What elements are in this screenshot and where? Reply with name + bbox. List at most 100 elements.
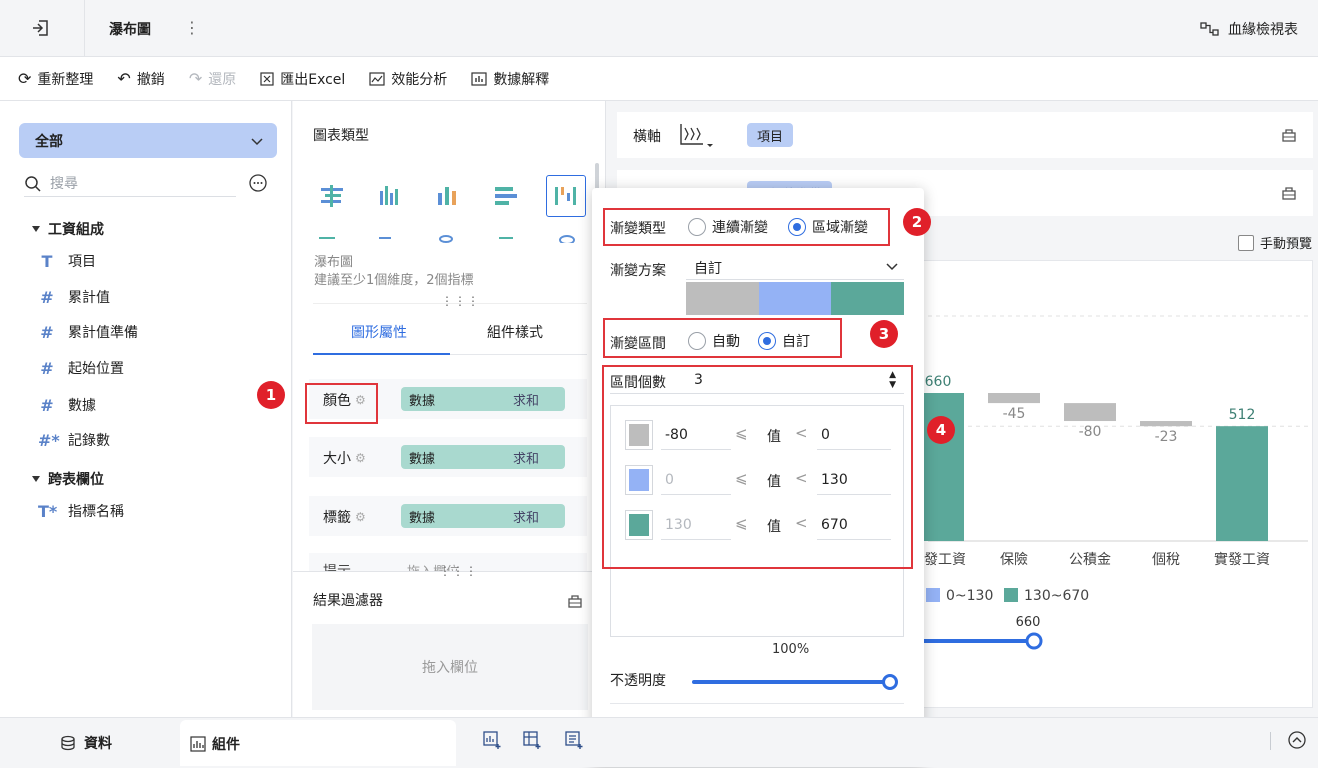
gear-icon[interactable]: ⚙ xyxy=(355,510,366,524)
gear-icon[interactable]: ⚙ xyxy=(355,451,366,465)
field-name: 記錄數 xyxy=(68,433,110,449)
attr-label[interactable]: 標籤 ⚙ xyxy=(323,507,366,527)
search-input[interactable] xyxy=(50,175,220,192)
tab-shape-attributes[interactable]: 圖形屬性 xyxy=(351,322,407,342)
performance-icon xyxy=(369,71,385,86)
data-tab-label: 資料 xyxy=(84,736,112,752)
attr-size[interactable]: 大小 ⚙ xyxy=(323,448,366,468)
export-excel-button[interactable]: 匯出Excel xyxy=(260,69,345,89)
axis-sort-icon[interactable] xyxy=(679,122,713,148)
component-tab[interactable]: 組件 xyxy=(180,720,456,766)
manual-preview-toggle[interactable]: 手動預覽 xyxy=(1237,233,1312,252)
number-field-icon: # xyxy=(40,358,54,378)
resize-handle-icon[interactable]: ⋮⋮⋮ xyxy=(439,564,478,578)
explain-button[interactable]: 數據解釋 xyxy=(471,69,549,89)
gradient-preview-bar xyxy=(686,282,905,315)
opacity-label: 不透明度 xyxy=(610,673,666,689)
tab-title-label: 瀑布圖 xyxy=(109,21,151,38)
attr-tooltip-label: 提示 xyxy=(323,561,351,571)
lineage-view-button[interactable]: 血緣檢視表 xyxy=(1200,18,1298,40)
result-filter-dropzone[interactable]: 拖入欄位 xyxy=(312,624,588,710)
field-item[interactable]: # 累計值準備 xyxy=(38,322,138,342)
step-badge-1: 1 xyxy=(257,381,285,409)
add-chart-icon[interactable] xyxy=(482,730,502,750)
preview-blue xyxy=(758,282,832,315)
gradient-scheme-label: 漸變方案 xyxy=(610,263,666,279)
more-vertical-icon[interactable]: ⋮ xyxy=(184,18,200,38)
more-options-icon[interactable] xyxy=(248,173,268,193)
field-item[interactable]: T* 指標名稱 xyxy=(38,501,124,521)
legend-label: 0~130 xyxy=(946,588,993,604)
opacity-slider-handle[interactable] xyxy=(882,674,898,690)
number-field-icon: # xyxy=(40,287,54,307)
field-item[interactable]: # 數據 xyxy=(38,395,96,415)
calc-text-field-icon: T* xyxy=(38,501,58,521)
chart-type-column-icon[interactable] xyxy=(375,181,405,211)
lineage-icon xyxy=(1200,22,1219,36)
step-badge-2: 2 xyxy=(903,208,931,236)
attr-size-field-pill[interactable]: 數據 求和 xyxy=(401,445,565,469)
refresh-icon: ⟳ xyxy=(18,69,32,88)
gradient-scheme-select[interactable]: 自訂 xyxy=(686,256,904,280)
refresh-button[interactable]: ⟳ 重新整理 xyxy=(18,69,93,89)
collapse-up-icon[interactable] xyxy=(1287,730,1307,750)
range-slider-handle xyxy=(1025,632,1043,650)
category-label: 個稅 xyxy=(1152,552,1180,568)
group-cross-table[interactable]: 跨表欄位 xyxy=(32,469,104,489)
data-label: -45 xyxy=(1003,406,1026,422)
caret-down-icon xyxy=(32,226,40,232)
opacity-slider-track[interactable] xyxy=(692,680,888,684)
chart-type-waterfall-selected[interactable] xyxy=(546,175,586,217)
redo-button[interactable]: ↷ 還原 xyxy=(189,69,236,89)
lock-icon[interactable] xyxy=(567,592,583,608)
performance-button[interactable]: 效能分析 xyxy=(369,69,447,89)
redo-label: 還原 xyxy=(208,71,237,88)
group-salary[interactable]: 工資組成 xyxy=(32,219,104,239)
chart-type-grouped-bar-icon[interactable] xyxy=(317,181,347,211)
field-item[interactable]: # 起始位置 xyxy=(38,358,124,378)
data-tab[interactable]: 資料 xyxy=(60,718,112,768)
category-label: 實發工資 xyxy=(1214,551,1270,568)
waterfall-bar xyxy=(1140,421,1192,427)
lock-icon[interactable] xyxy=(1281,126,1297,142)
chart-type-bar-icon[interactable] xyxy=(491,181,521,211)
manual-preview-checkbox[interactable] xyxy=(1237,234,1254,251)
undo-label: 撤銷 xyxy=(136,71,165,88)
active-tab-indicator xyxy=(313,353,450,355)
redo-icon: ↷ xyxy=(188,69,203,88)
undo-icon: ↶ xyxy=(117,69,131,88)
pill-agg: 求和 xyxy=(512,393,539,409)
highlight-box-1 xyxy=(305,383,378,424)
attr-color-field-pill[interactable]: 數據 求和 xyxy=(401,387,565,411)
dataset-select[interactable]: 全部 xyxy=(19,123,277,158)
highlight-box-4 xyxy=(602,365,913,569)
dataset-label: 全部 xyxy=(35,133,63,150)
field-name: 數據 xyxy=(68,398,96,414)
x-axis-field-pill[interactable]: 項目 xyxy=(747,123,794,147)
data-label: 660 xyxy=(925,374,952,390)
add-table-icon[interactable] xyxy=(522,730,542,750)
divider xyxy=(1270,732,1271,750)
manual-preview-label: 手動預覽 xyxy=(1259,237,1312,252)
field-item[interactable]: #* 記錄數 xyxy=(38,430,110,450)
undo-button[interactable]: ↶ 撤銷 xyxy=(117,69,164,89)
config-tabs: 圖形屬性 組件樣式 xyxy=(313,303,587,355)
field-item[interactable]: T 項目 xyxy=(38,251,96,271)
excel-icon xyxy=(260,71,274,86)
chart-type-stacked-column-icon[interactable] xyxy=(433,181,463,211)
search-icon xyxy=(25,175,41,192)
field-item[interactable]: # 累計值 xyxy=(38,287,110,307)
lineage-label: 血緣檢視表 xyxy=(1228,22,1298,38)
exit-icon[interactable] xyxy=(30,17,52,39)
pill-field: 數據 xyxy=(409,451,436,467)
pill-field: 數據 xyxy=(409,510,436,526)
group-title-label: 跨表欄位 xyxy=(48,472,104,488)
attr-label-field-pill[interactable]: 數據 求和 xyxy=(401,504,565,528)
tab-component-style[interactable]: 組件樣式 xyxy=(487,322,543,342)
pill-agg: 求和 xyxy=(512,451,539,467)
lock-icon[interactable] xyxy=(1281,184,1297,200)
add-text-icon[interactable] xyxy=(564,730,584,750)
category-label: 公積金 xyxy=(1069,552,1111,568)
legend-swatch xyxy=(926,588,940,602)
attr-size-label: 大小 xyxy=(323,451,351,467)
